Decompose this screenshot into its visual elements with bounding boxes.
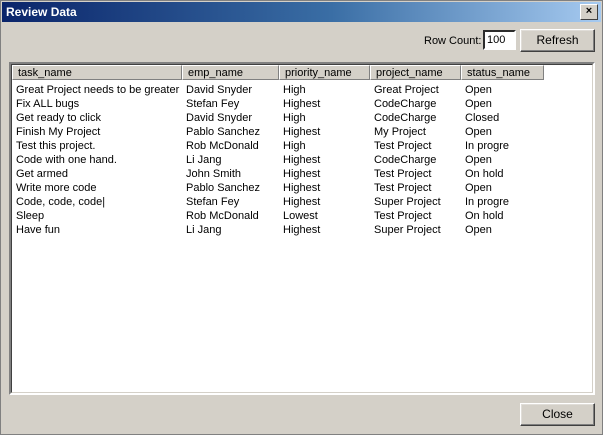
table-cell[interactable]: Li Jang — [182, 223, 279, 237]
table-cell[interactable]: Li Jang — [182, 153, 279, 167]
column-header-task-name[interactable]: task_name — [12, 65, 182, 80]
table-cell[interactable]: On hold — [461, 209, 544, 223]
table-cell[interactable]: Super Project — [370, 223, 461, 237]
window-title: Review Data — [6, 5, 77, 19]
table-cell[interactable]: Highest — [279, 195, 370, 209]
table-row[interactable]: Get armed John Smith Highest Test Project On… — [12, 167, 544, 181]
table-cell[interactable]: Stefan Fey — [182, 97, 279, 111]
table-row[interactable]: Great Project needs to be greater David S… — [12, 83, 544, 97]
table-cell[interactable]: Have fun — [12, 223, 182, 237]
grid-body: Great Project needs to be greater David S… — [12, 83, 544, 237]
row-count-input[interactable] — [483, 30, 516, 50]
table-cell[interactable]: Open — [461, 223, 544, 237]
title-bar[interactable]: Review Data × — [2, 2, 601, 22]
column-header-priority-name[interactable]: priority_name — [279, 65, 370, 80]
table-row[interactable]: Code with one hand. Li Jang Highest CodeCha… — [12, 153, 544, 167]
table-cell[interactable]: Rob McDonald — [182, 209, 279, 223]
table-cell[interactable]: Open — [461, 181, 544, 195]
table-cell[interactable]: Open — [461, 97, 544, 111]
table-cell[interactable]: Sleep — [12, 209, 182, 223]
refresh-button[interactable]: Refresh — [520, 29, 595, 52]
table-cell[interactable]: Fix ALL bugs — [12, 97, 182, 111]
table-cell[interactable]: Test Project — [370, 139, 461, 153]
table-cell[interactable]: Rob McDonald — [182, 139, 279, 153]
table-cell[interactable]: Lowest — [279, 209, 370, 223]
table-cell[interactable]: Test Project — [370, 209, 461, 223]
table-row[interactable]: Test this project. Rob McDonald High Test P… — [12, 139, 544, 153]
table-row[interactable]: Get ready to click David Snyder High CodeCh… — [12, 111, 544, 125]
table-cell[interactable]: Open — [461, 83, 544, 97]
table-cell[interactable]: Highest — [279, 153, 370, 167]
table-cell[interactable]: John Smith — [182, 167, 279, 181]
close-icon[interactable]: × — [580, 4, 598, 20]
review-data-window: Review Data × Row Count: Refresh task_na… — [0, 0, 603, 435]
table-cell[interactable]: Highest — [279, 167, 370, 181]
table-cell[interactable]: Test Project — [370, 167, 461, 181]
table-cell[interactable]: Highest — [279, 181, 370, 195]
table-cell[interactable]: Great Project needs to be greater — [12, 83, 182, 97]
table-row[interactable]: Sleep Rob McDonald Lowest Test Project On ho… — [12, 209, 544, 223]
table-cell[interactable]: Code, code, code| — [12, 195, 182, 209]
table-cell[interactable]: Highest — [279, 97, 370, 111]
table-cell[interactable]: CodeCharge — [370, 97, 461, 111]
table-cell[interactable]: High — [279, 139, 370, 153]
table-cell[interactable]: Test Project — [370, 181, 461, 195]
table-cell[interactable]: David Snyder — [182, 83, 279, 97]
table-cell[interactable]: Closed — [461, 111, 544, 125]
table-cell[interactable]: Finish My Project — [12, 125, 182, 139]
table-cell[interactable]: In progre — [461, 139, 544, 153]
table-row[interactable]: Have fun Li Jang Highest Super Project Open — [12, 223, 544, 237]
close-button[interactable]: Close — [520, 403, 595, 426]
table-row[interactable]: Finish My Project Pablo Sanchez Highest My … — [12, 125, 544, 139]
table-cell[interactable]: In progre — [461, 195, 544, 209]
column-header-status-name[interactable]: status_name — [461, 65, 544, 80]
table-cell[interactable]: Great Project — [370, 83, 461, 97]
table-cell[interactable]: CodeCharge — [370, 111, 461, 125]
column-header-emp-name[interactable]: emp_name — [182, 65, 279, 80]
table-cell[interactable]: Pablo Sanchez — [182, 125, 279, 139]
table-cell[interactable]: Stefan Fey — [182, 195, 279, 209]
table-cell[interactable]: Write more code — [12, 181, 182, 195]
table-cell[interactable]: High — [279, 111, 370, 125]
table-cell[interactable]: High — [279, 83, 370, 97]
table-cell[interactable]: Highest — [279, 223, 370, 237]
table-cell[interactable]: CodeCharge — [370, 153, 461, 167]
table-cell[interactable]: Code with one hand. — [12, 153, 182, 167]
table-cell[interactable]: Open — [461, 125, 544, 139]
table-cell[interactable]: Open — [461, 153, 544, 167]
grid-header: task_name emp_name priority_name project… — [12, 65, 544, 81]
data-grid[interactable]: task_name emp_name priority_name project… — [9, 62, 595, 395]
table-cell[interactable]: Highest — [279, 125, 370, 139]
table-row[interactable]: Write more code Pablo Sanchez Highest Test … — [12, 181, 544, 195]
column-header-project-name[interactable]: project_name — [370, 65, 461, 80]
row-count-label: Row Count: — [424, 35, 482, 47]
table-cell[interactable]: Test this project. — [12, 139, 182, 153]
table-cell[interactable]: Super Project — [370, 195, 461, 209]
table-cell[interactable]: My Project — [370, 125, 461, 139]
table-cell[interactable]: David Snyder — [182, 111, 279, 125]
table-row[interactable]: Code, code, code| Stefan Fey Highest Super … — [12, 195, 544, 209]
table-cell[interactable]: Get armed — [12, 167, 182, 181]
table-cell[interactable]: Pablo Sanchez — [182, 181, 279, 195]
table-cell[interactable]: Get ready to click — [12, 111, 182, 125]
table-cell[interactable]: On hold — [461, 167, 544, 181]
table-row[interactable]: Fix ALL bugs Stefan Fey Highest CodeCharge O… — [12, 97, 544, 111]
